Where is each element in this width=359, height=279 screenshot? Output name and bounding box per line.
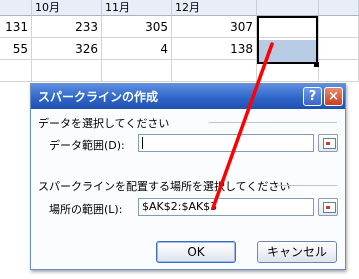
location-range-value: $AK$2:$AK$3 — [142, 200, 218, 213]
cell[interactable] — [0, 60, 32, 82]
cell[interactable]: 305 — [102, 16, 172, 38]
help-icon[interactable]: ? — [303, 87, 322, 106]
cell[interactable]: 233 — [32, 16, 102, 38]
range-select-icon[interactable] — [318, 198, 338, 216]
location-section-divider — [277, 185, 337, 186]
location-range-label: 場所の範囲(L): — [49, 203, 123, 216]
cell[interactable]: 4 — [102, 38, 172, 60]
cell[interactable] — [172, 60, 257, 82]
create-sparklines-dialog: スパークラインの作成 ? × データを選択してください データ範囲(D): スパ… — [30, 83, 346, 270]
text-caret — [142, 137, 143, 149]
column-header-oct[interactable]: 10月 — [32, 0, 102, 16]
column-header-nov[interactable]: 11月 — [102, 0, 172, 16]
column-header-next[interactable] — [319, 0, 359, 16]
cell[interactable]: 307 — [172, 16, 257, 38]
data-section-divider — [209, 122, 337, 123]
cell[interactable]: 131 — [0, 16, 32, 38]
dialog-title: スパークラインの作成 — [38, 90, 159, 104]
cell[interactable] — [319, 16, 359, 38]
column-header-blank[interactable] — [0, 0, 32, 16]
dialog-title-bar[interactable]: スパークラインの作成 ? × — [31, 84, 345, 109]
data-section-label: データを選択してください — [38, 117, 170, 130]
cell[interactable] — [319, 38, 359, 60]
selected-range-border[interactable] — [257, 16, 318, 64]
column-header-ak[interactable] — [257, 0, 319, 16]
cell[interactable]: 55 — [0, 38, 32, 60]
ok-button[interactable]: OK — [156, 241, 236, 263]
location-section-label: スパークラインを配置する場所を選択してください — [38, 180, 291, 193]
cell[interactable] — [102, 60, 172, 82]
cancel-button[interactable]: キャンセル — [257, 241, 337, 263]
data-range-label: データ範囲(D): — [49, 139, 125, 152]
cell[interactable] — [32, 60, 102, 82]
data-range-input[interactable] — [138, 134, 314, 152]
close-icon[interactable]: × — [324, 87, 343, 106]
cell[interactable]: 138 — [172, 38, 257, 60]
range-select-icon[interactable] — [318, 134, 338, 152]
column-header-dec[interactable]: 12月 — [172, 0, 257, 16]
cell[interactable]: 326 — [32, 38, 102, 60]
location-range-input[interactable]: $AK$2:$AK$3 — [138, 198, 314, 216]
fill-handle[interactable] — [314, 62, 319, 67]
cell[interactable] — [319, 60, 359, 82]
